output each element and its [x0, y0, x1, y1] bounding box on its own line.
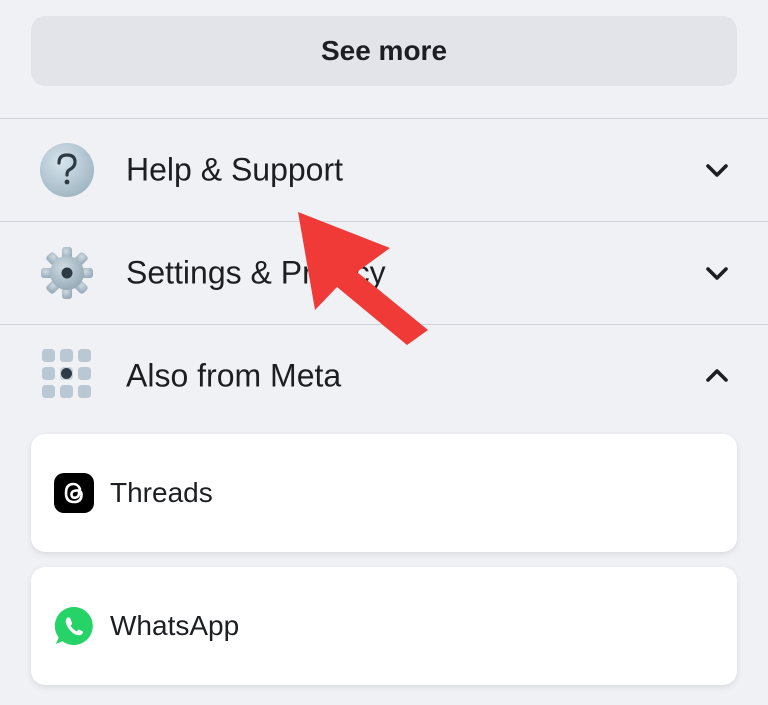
chevron-up-icon[interactable]	[703, 366, 731, 386]
threads-icon	[54, 473, 94, 513]
section-also-from-meta[interactable]: Also from Meta	[0, 325, 768, 427]
whatsapp-icon	[54, 606, 93, 645]
app-card-threads[interactable]: Threads	[31, 434, 737, 552]
chevron-down-icon[interactable]	[703, 263, 731, 283]
meta-grid-icon	[42, 349, 91, 398]
section-settings-privacy[interactable]: Settings & Privacy	[0, 222, 768, 324]
section-label: Also from Meta	[126, 357, 342, 394]
see-more-button[interactable]: See more	[31, 16, 737, 86]
gear-icon	[41, 247, 93, 299]
app-card-whatsapp[interactable]: WhatsApp	[31, 567, 737, 685]
section-label: Help & Support	[126, 151, 344, 188]
see-more-label: See more	[320, 35, 448, 66]
section-label: Settings & Privacy	[126, 254, 386, 291]
app-label: Threads	[110, 477, 213, 508]
app-label: WhatsApp	[110, 610, 240, 641]
chevron-down-icon[interactable]	[703, 160, 731, 180]
section-help-support[interactable]: Help & Support	[0, 119, 768, 221]
question-icon	[40, 143, 94, 197]
